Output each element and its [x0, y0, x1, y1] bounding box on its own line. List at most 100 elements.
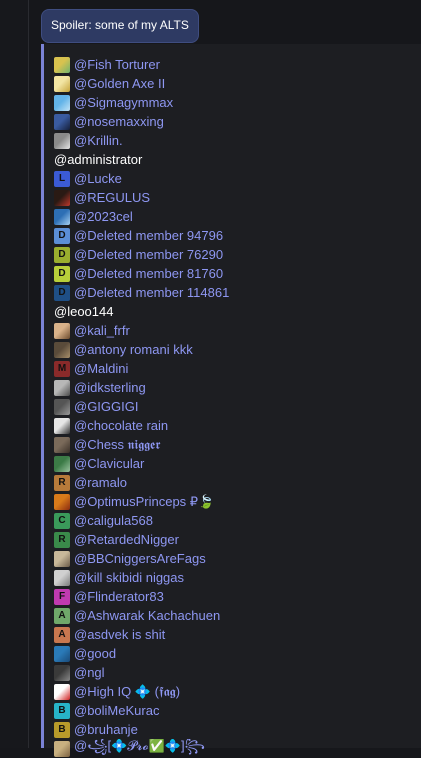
mention-row[interactable]: C @caligula568: [54, 511, 414, 530]
mention-link[interactable]: @Deleted member 81760: [74, 266, 223, 281]
mention-link[interactable]: @Krillin.: [74, 133, 123, 148]
avatar: [54, 341, 70, 358]
avatar: R: [54, 474, 70, 491]
mention-link[interactable]: @꧁[💠𝓟𝓻𝓸✅💠]꧂: [74, 739, 205, 758]
mention-link[interactable]: @Deleted member 76290: [74, 247, 223, 262]
avatar: [54, 132, 70, 149]
mention-row[interactable]: D @Deleted member 94796: [54, 226, 414, 245]
avatar: [54, 436, 70, 453]
mention-link[interactable]: @Clavicular: [74, 456, 144, 471]
mention-row[interactable]: @REGULUS: [54, 188, 414, 207]
mention-link[interactable]: @Lucke: [74, 171, 122, 186]
avatar: [54, 493, 70, 510]
avatar: [54, 455, 70, 472]
mention-row[interactable]: D @Deleted member 114861: [54, 283, 414, 302]
mention-row[interactable]: F @Flinderator83: [54, 587, 414, 606]
left-gutter: [0, 0, 29, 748]
avatar: [54, 664, 70, 681]
mention-row[interactable]: R @ramalo: [54, 473, 414, 492]
mention-row[interactable]: L @Lucke: [54, 169, 414, 188]
mention-link[interactable]: @ramalo: [74, 475, 127, 490]
avatar: [54, 398, 70, 415]
mention-link[interactable]: @caligula568: [74, 513, 153, 528]
mention-row[interactable]: @Fish Torturer: [54, 55, 414, 74]
mention-link[interactable]: @nosemaxxing: [74, 114, 164, 129]
avatar: A: [54, 626, 70, 643]
mention-link[interactable]: @boliMeKurac: [74, 703, 159, 718]
mention-link[interactable]: @RetardedNigger: [74, 532, 179, 547]
mention-link[interactable]: @OptimusPrinceps ₽🍃: [74, 494, 214, 510]
mention-row[interactable]: @ngl: [54, 663, 414, 682]
mention-link[interactable]: @asdvek is shit: [74, 627, 165, 642]
mention-link[interactable]: @idksterling: [74, 380, 146, 395]
avatar: [54, 379, 70, 396]
mention-link[interactable]: @Sigmagymmax: [74, 95, 173, 110]
mention-list: @Fish Torturer @Golden Axe II @Sigmagymmax…: [54, 55, 414, 758]
mention-row[interactable]: @2023cel: [54, 207, 414, 226]
mention-row[interactable]: B @bruhanje: [54, 720, 414, 739]
mention-row[interactable]: A @Ashwarak Kachachuen: [54, 606, 414, 625]
mention-link[interactable]: @Chess 𝖓𝖎𝖌𝖌𝖊𝖗: [74, 437, 160, 453]
mention-row[interactable]: @kali_frfr: [54, 321, 414, 340]
mention-link[interactable]: @Maldini: [74, 361, 128, 376]
avatar: [54, 56, 70, 73]
avatar: [54, 683, 70, 700]
mention-link[interactable]: @chocolate rain: [74, 418, 168, 433]
mention-row[interactable]: @Clavicular: [54, 454, 414, 473]
mention-link[interactable]: @GIGGIGI: [74, 399, 138, 414]
avatar: C: [54, 512, 70, 529]
mention-row[interactable]: R @RetardedNigger: [54, 530, 414, 549]
mention-row[interactable]: @antony romani kkk: [54, 340, 414, 359]
mention-link[interactable]: @Deleted member 114861: [74, 285, 229, 300]
mention-link[interactable]: @kali_frfr: [74, 323, 130, 338]
mention-link[interactable]: @Fish Torturer: [74, 57, 160, 72]
avatar: D: [54, 284, 70, 301]
mention-row[interactable]: @idksterling: [54, 378, 414, 397]
mention-row[interactable]: @kill skibidi niggas: [54, 568, 414, 587]
mention-row[interactable]: @good: [54, 644, 414, 663]
avatar: [54, 208, 70, 225]
mention-row[interactable]: @Sigmagymmax: [54, 93, 414, 112]
mention-row[interactable]: D @Deleted member 76290: [54, 245, 414, 264]
avatar: [54, 550, 70, 567]
avatar: [54, 113, 70, 130]
plain-text: @administrator: [54, 152, 143, 167]
avatar: [54, 417, 70, 434]
mention-link[interactable]: @Ashwarak Kachachuen: [74, 608, 220, 623]
mention-link[interactable]: @good: [74, 646, 116, 661]
mention-link[interactable]: @BBCniggersAreFags: [74, 551, 206, 566]
mention-row[interactable]: @GIGGIGI: [54, 397, 414, 416]
mention-row[interactable]: @nosemaxxing: [54, 112, 414, 131]
mention-row[interactable]: @chocolate rain: [54, 416, 414, 435]
mention-row[interactable]: B @boliMeKurac: [54, 701, 414, 720]
mention-row[interactable]: M @Maldini: [54, 359, 414, 378]
avatar: D: [54, 246, 70, 263]
avatar: D: [54, 265, 70, 282]
mention-link[interactable]: @High IQ 💠 (𝖋𝖆𝖌): [74, 684, 180, 700]
avatar: B: [54, 721, 70, 738]
mention-link[interactable]: @antony romani kkk: [74, 342, 193, 357]
mention-link[interactable]: @kill skibidi niggas: [74, 570, 184, 585]
avatar: M: [54, 360, 70, 377]
mention-row[interactable]: D @Deleted member 81760: [54, 264, 414, 283]
mention-row[interactable]: @꧁[💠𝓟𝓻𝓸✅💠]꧂: [54, 739, 414, 758]
mention-row[interactable]: @OptimusPrinceps ₽🍃: [54, 492, 414, 511]
mention-link[interactable]: @2023cel: [74, 209, 133, 224]
mention-link[interactable]: @ngl: [74, 665, 105, 680]
mention-row[interactable]: @Chess 𝖓𝖎𝖌𝖌𝖊𝖗: [54, 435, 414, 454]
mention-link[interactable]: @Deleted member 94796: [74, 228, 223, 243]
mention-link[interactable]: @bruhanje: [74, 722, 138, 737]
avatar: [54, 569, 70, 586]
avatar: R: [54, 531, 70, 548]
mention-link[interactable]: @Flinderator83: [74, 589, 164, 604]
spoiler-toggle-button[interactable]: Spoiler: some of my ALTS: [41, 9, 199, 43]
mention-row[interactable]: @Krillin.: [54, 131, 414, 150]
mention-link[interactable]: @Golden Axe II: [74, 76, 165, 91]
mention-link[interactable]: @REGULUS: [74, 190, 150, 205]
avatar: D: [54, 227, 70, 244]
plain-text: @leoo144: [54, 304, 114, 319]
mention-row[interactable]: @BBCniggersAreFags: [54, 549, 414, 568]
mention-row[interactable]: A @asdvek is shit: [54, 625, 414, 644]
mention-row[interactable]: @Golden Axe II: [54, 74, 414, 93]
mention-row[interactable]: @High IQ 💠 (𝖋𝖆𝖌): [54, 682, 414, 701]
